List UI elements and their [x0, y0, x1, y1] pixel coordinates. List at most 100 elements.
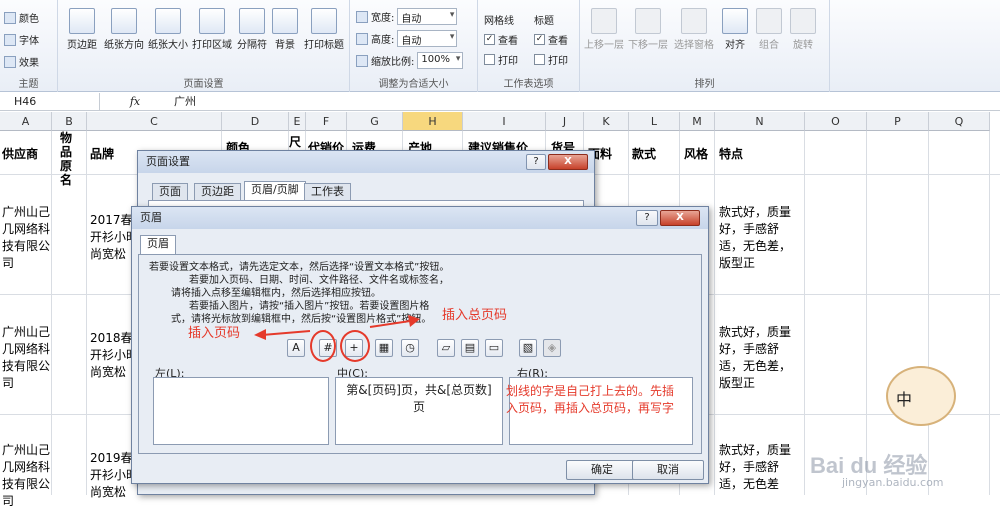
- page-setup-title: 页面设置 ? X: [138, 151, 594, 173]
- sheet-options-group-label: 工作表选项: [503, 79, 554, 90]
- left-section-input[interactable]: [153, 377, 329, 445]
- column-header-L[interactable]: L: [629, 112, 680, 131]
- width-dropdown[interactable]: 自动: [397, 8, 458, 25]
- group-icon: [756, 8, 782, 34]
- formula-bar: H46 fx 广州: [0, 92, 1000, 111]
- gridlines-print-checkbox[interactable]: 打印: [484, 52, 518, 67]
- tab-margins[interactable]: 页边距: [194, 183, 241, 200]
- print-area-icon: [199, 8, 225, 34]
- height-icon: [356, 32, 368, 45]
- header-size: 尺: [289, 135, 302, 149]
- breaks-icon: [239, 8, 265, 34]
- insert-picture-icon[interactable]: ▧: [519, 339, 537, 357]
- grid-line: [804, 131, 805, 495]
- help-button[interactable]: ?: [526, 154, 546, 170]
- selection-pane-button[interactable]: 选择窗格: [672, 8, 716, 51]
- sheet-options-group: 网格线 标题 ✓ 查看 ✓ 查看 打印 打印 工作表选项: [478, 0, 580, 92]
- arrange-group: 上移一层 下移一层 选择窗格 对齐 组合 旋转 排列: [580, 0, 830, 92]
- column-header-N[interactable]: N: [715, 112, 805, 131]
- tab-page[interactable]: 页面: [152, 183, 188, 200]
- close-button[interactable]: X: [660, 210, 700, 226]
- column-header-H[interactable]: H: [403, 112, 463, 131]
- grid-line: [928, 131, 929, 495]
- header-item-name: 物品原名: [60, 131, 73, 187]
- bring-forward-icon: [591, 8, 617, 34]
- help-button[interactable]: ?: [636, 210, 658, 226]
- height-dropdown[interactable]: 自动: [397, 30, 458, 47]
- close-button[interactable]: X: [548, 154, 588, 170]
- print-titles-button[interactable]: 打印标题: [302, 8, 346, 51]
- header-brand: 品牌: [90, 147, 115, 161]
- cell-supplier-1[interactable]: 广州山己几网络科技有限公司: [2, 204, 56, 272]
- colors-button[interactable]: 颜色: [4, 10, 39, 25]
- column-header-J[interactable]: J: [546, 112, 584, 131]
- header-ok-button[interactable]: 确定: [566, 460, 638, 480]
- cell-feature-1[interactable]: 款式好，质量好，手感舒适，无色差，版型正: [719, 204, 801, 272]
- column-header-Q[interactable]: Q: [929, 112, 990, 131]
- group-button[interactable]: 组合: [754, 8, 784, 51]
- cell-supplier-2[interactable]: 广州山己几网络科技有限公司: [2, 324, 56, 392]
- gridlines-label: 网格线: [484, 16, 514, 27]
- rotate-button[interactable]: 旋转: [788, 8, 818, 51]
- formula-input[interactable]: 广州: [170, 93, 1000, 109]
- background-button[interactable]: 背景: [270, 8, 300, 51]
- headings-print-checkbox[interactable]: 打印: [534, 52, 568, 67]
- align-button[interactable]: 对齐: [720, 8, 750, 51]
- margins-button[interactable]: 页边距: [64, 8, 100, 51]
- center-section-text: 第&[页码]页，共&[总页数]页: [346, 383, 492, 414]
- tab-sheet[interactable]: 工作表: [304, 183, 351, 200]
- column-header-A[interactable]: A: [0, 112, 52, 131]
- column-header-P[interactable]: P: [867, 112, 929, 131]
- insert-file-name-icon[interactable]: ▤: [461, 339, 479, 357]
- note-annotation: 划线的字是自己打上去的。先插入页码，再插入总页码，再写字: [506, 384, 675, 415]
- page-setup-group-label: 页面设置: [183, 79, 224, 90]
- format-picture-icon[interactable]: ◈: [543, 339, 561, 357]
- header-supplier: 供应商: [2, 147, 39, 161]
- column-header-B[interactable]: B: [52, 112, 87, 131]
- print-titles-icon: [311, 8, 337, 34]
- grid-line: [989, 131, 990, 495]
- align-icon: [722, 8, 748, 34]
- cell-feature-2[interactable]: 款式好，质量好，手感舒适，无色差，版型正: [719, 324, 801, 392]
- center-section-input[interactable]: 第&[页码]页，共&[总页数]页: [335, 377, 503, 445]
- header-dialog-title: 页眉 ? X: [132, 207, 708, 229]
- grid-line: [51, 131, 52, 495]
- orientation-button[interactable]: 纸张方向: [102, 8, 146, 51]
- tab-header-footer[interactable]: 页眉/页脚: [244, 181, 306, 200]
- scale-spinner[interactable]: 100%: [417, 52, 464, 69]
- scale-group-label: 调整为合适大小: [378, 79, 449, 90]
- name-box[interactable]: H46: [0, 92, 100, 110]
- gridlines-view-checkbox[interactable]: ✓ 查看: [484, 32, 518, 47]
- column-header-I[interactable]: I: [463, 112, 546, 131]
- headings-view-checkbox[interactable]: ✓ 查看: [534, 32, 568, 47]
- column-header-E[interactable]: E: [289, 112, 306, 131]
- fx-icon[interactable]: fx: [100, 95, 170, 108]
- selection-pane-icon: [681, 8, 707, 34]
- header-style: 款式: [632, 147, 657, 161]
- bring-forward-button[interactable]: 上移一层: [584, 8, 624, 51]
- column-header-O[interactable]: O: [805, 112, 867, 131]
- effects-button[interactable]: 效果: [4, 54, 39, 69]
- background-icon: [272, 8, 298, 34]
- header-cancel-button[interactable]: 取消: [632, 460, 704, 480]
- print-area-button[interactable]: 打印区域: [190, 8, 234, 51]
- tab-header[interactable]: 页眉: [140, 235, 176, 254]
- column-header-K[interactable]: K: [584, 112, 629, 131]
- fonts-button[interactable]: 字体: [4, 32, 39, 47]
- scale-icon: [356, 54, 368, 67]
- column-header-M[interactable]: M: [680, 112, 715, 131]
- column-header-F[interactable]: F: [306, 112, 347, 131]
- ribbon: 颜色 字体 效果 主题 页边距 纸张方向 纸张大小 打印区域 分隔符 背景 打印…: [0, 0, 1000, 92]
- breaks-button[interactable]: 分隔符: [234, 8, 270, 51]
- send-backward-button[interactable]: 下移一层: [628, 8, 668, 51]
- cell-feature-3[interactable]: 款式好，质量好，手感舒适，无色差: [719, 442, 801, 493]
- grid-line: [866, 131, 867, 495]
- column-header-C[interactable]: C: [87, 112, 222, 131]
- column-header-G[interactable]: G: [347, 112, 403, 131]
- size-button[interactable]: 纸张大小: [146, 8, 190, 51]
- column-header-D[interactable]: D: [222, 112, 289, 131]
- cell-supplier-3[interactable]: 广州山己几网络科技有限公司: [2, 442, 56, 510]
- insert-sheet-name-icon[interactable]: ▭: [485, 339, 503, 357]
- grid-line: [714, 131, 715, 495]
- theme-group: 颜色 字体 效果 主题: [0, 0, 58, 92]
